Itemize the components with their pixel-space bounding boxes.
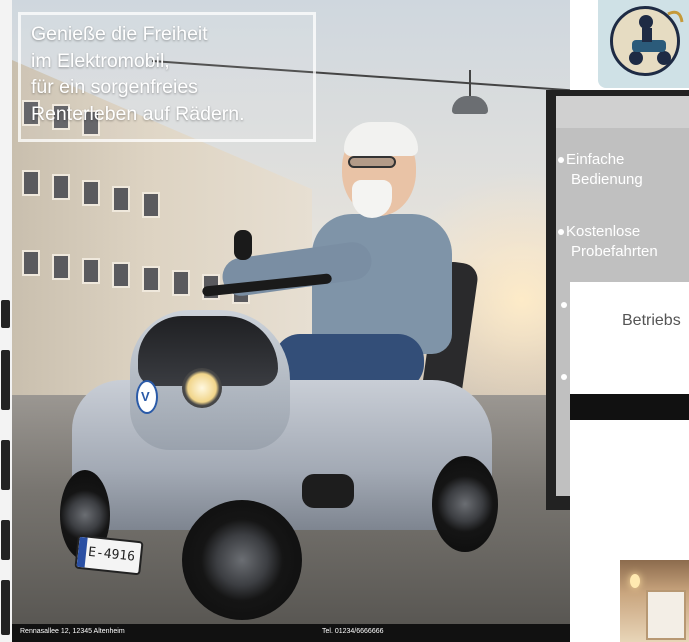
rider-hair: [344, 122, 418, 156]
street-lamp: [452, 96, 488, 114]
rear-wheel: [432, 456, 498, 552]
strip-mark: [1, 580, 10, 635]
right-panel-top: [556, 96, 689, 128]
rider-glasses: [348, 156, 396, 168]
info-card: [570, 282, 689, 394]
headline-line: Renterleben auf Rädern.: [31, 102, 245, 125]
poster-footer: Rennasallee 12, 12345 Altenheim Tel. 012…: [12, 624, 570, 642]
strip-mark: [1, 520, 10, 560]
footer-phone: Tel. 01234/6666666: [322, 628, 384, 635]
headlight-icon: [182, 368, 222, 408]
strip-mark: [1, 440, 10, 490]
headline-line: für ein sorgenfreies: [31, 76, 198, 98]
headline-box: Genieße die Freiheit im Elektromobil, fü…: [18, 12, 316, 142]
bullet-dot-icon: [561, 302, 567, 308]
license-plate: E-4916: [74, 534, 144, 576]
rider-shoe: [302, 474, 354, 508]
interior-photo: [620, 560, 689, 642]
dark-band: [570, 394, 689, 420]
bullet-dot-icon: [561, 374, 567, 380]
bullet-item: Einfache Bedienung: [558, 150, 643, 190]
window-icon: [646, 590, 686, 640]
lamp-cord: [469, 70, 471, 98]
bullet-line: Kostenlose: [566, 223, 641, 240]
headline-line: im Elektromobil,: [31, 49, 170, 72]
rider-torso: [312, 214, 452, 354]
headline-line: Genieße die Freiheit: [31, 23, 208, 45]
strip-mark: [1, 350, 10, 410]
scooter-rider-logo-icon: [598, 0, 689, 88]
footer-address: Rennasallee 12, 12345 Altenheim: [20, 628, 125, 635]
strip-mark: [1, 300, 10, 328]
front-wheel: [182, 500, 302, 620]
scooter-mirror: [234, 230, 252, 260]
bullet-line: Einfache: [566, 151, 625, 168]
vehicle-brand-logo-icon: V: [136, 380, 158, 414]
bullet-item: Kostenlose Probefahrten: [558, 222, 658, 262]
info-card-heading: Betriebs: [622, 312, 681, 329]
left-paper-strip: [0, 0, 12, 642]
bullet-line: Probefahrten: [571, 243, 658, 260]
logo-graphic: [629, 10, 684, 65]
blank-area: [570, 420, 689, 560]
bullet-line: Bedienung: [571, 171, 643, 188]
poster-image: V E-4916 Genieße die Freiheit im Elektro…: [12, 0, 570, 642]
bullet-dot-icon: [558, 229, 564, 236]
bullet-dot-icon: [558, 157, 564, 164]
lamp-icon: [630, 574, 640, 588]
